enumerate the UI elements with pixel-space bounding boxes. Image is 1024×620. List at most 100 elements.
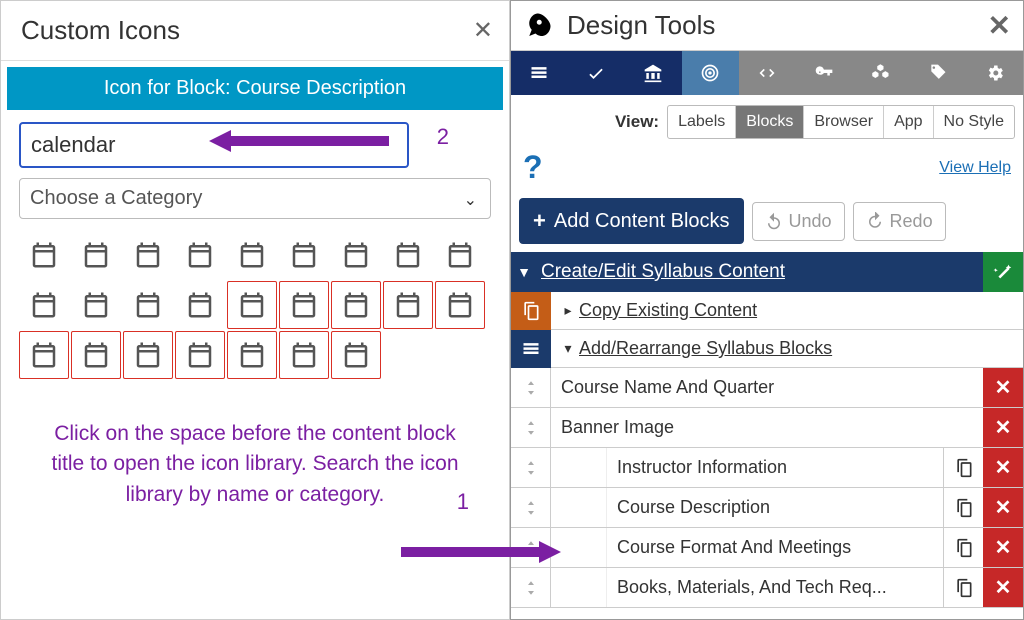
delete-block-button[interactable]: ✕	[983, 528, 1023, 567]
block-label: Course Name And Quarter	[551, 368, 983, 407]
copy-block-button[interactable]	[943, 448, 983, 487]
calendar-grid2-icon[interactable]	[175, 331, 225, 379]
list-icon	[529, 63, 549, 83]
calendar-check-outline-icon[interactable]	[279, 231, 329, 279]
calendar-clock-icon[interactable]	[331, 281, 381, 329]
redo-icon	[866, 212, 884, 230]
check-icon	[586, 63, 606, 83]
calendar-alt-outline-icon[interactable]	[175, 231, 225, 279]
category-select[interactable]: Choose a Category	[19, 178, 491, 219]
calendar-3-solid-icon[interactable]	[19, 331, 69, 379]
view-segmented: LabelsBlocksBrowserAppNo Style	[667, 105, 1015, 139]
annotation-arrow-2	[209, 128, 389, 154]
annotation-label-2: 2	[437, 124, 449, 150]
calendar-day-icon[interactable]	[331, 231, 381, 279]
copy-block-button[interactable]	[943, 568, 983, 607]
chevron-down-icon: ▼	[511, 264, 537, 280]
copy-block-button[interactable]	[943, 528, 983, 567]
view-option-app[interactable]: App	[884, 106, 933, 138]
block-list: Course Name And Quarter✕Banner Image✕Ins…	[511, 368, 1023, 608]
wand-icon	[992, 261, 1014, 283]
block-row: Books, Materials, And Tech Req... ✕	[511, 568, 1023, 608]
code-icon	[757, 63, 777, 83]
annotation-label-1: 1	[457, 489, 469, 515]
annotation-arrow-1	[401, 539, 561, 565]
view-help-link[interactable]: View Help	[939, 159, 1011, 177]
calendar-solid-icon[interactable]	[19, 231, 69, 279]
calendar-grid-icon[interactable]	[435, 231, 485, 279]
calendar-alt-icon[interactable]	[123, 231, 173, 279]
tool-check[interactable]	[568, 51, 625, 95]
cubes-icon	[871, 63, 891, 83]
gears-icon	[985, 63, 1005, 83]
instructions-text: Click on the space before the content bl…	[1, 389, 509, 510]
icon-slot[interactable]	[551, 488, 607, 527]
view-option-labels[interactable]: Labels	[668, 106, 736, 138]
chevron-down-icon: ▾	[557, 340, 579, 357]
close-icon[interactable]: ✕	[473, 16, 493, 45]
design-tools-title: Design Tools	[567, 10, 988, 41]
help-icon[interactable]: ?	[523, 149, 939, 186]
drag-handle[interactable]	[511, 408, 551, 447]
calendar-grid3-icon[interactable]	[227, 331, 277, 379]
view-option-no-style[interactable]: No Style	[934, 106, 1014, 138]
modal-title: Custom Icons	[21, 15, 180, 46]
calendar-week-icon[interactable]	[123, 331, 173, 379]
undo-icon	[765, 212, 783, 230]
icon-slot[interactable]	[551, 448, 607, 487]
redo-button[interactable]: Redo	[853, 202, 946, 241]
design-toolbar	[511, 51, 1023, 95]
calendar-clock2-icon[interactable]	[383, 281, 433, 329]
block-row: Instructor Information✕	[511, 448, 1023, 488]
tool-key[interactable]	[795, 51, 852, 95]
list-icon	[521, 339, 541, 359]
add-content-blocks-button[interactable]: + Add Content Blocks	[519, 198, 744, 244]
wand-button[interactable]	[983, 252, 1023, 292]
view-option-blocks[interactable]: Blocks	[736, 106, 804, 138]
view-option-browser[interactable]: Browser	[804, 106, 884, 138]
delete-block-button[interactable]: ✕	[983, 368, 1023, 407]
key-icon	[814, 63, 834, 83]
drag-handle[interactable]	[511, 448, 551, 487]
icon-slot[interactable]	[551, 568, 607, 607]
block-label: Banner Image	[551, 408, 983, 447]
close-icon[interactable]: ✕	[988, 9, 1011, 42]
drag-handle[interactable]	[511, 568, 551, 607]
drag-handle[interactable]	[511, 488, 551, 527]
delete-block-button[interactable]: ✕	[983, 488, 1023, 527]
calendar-3-outline-icon[interactable]	[435, 281, 485, 329]
tool-list[interactable]	[511, 51, 568, 95]
tool-code[interactable]	[739, 51, 796, 95]
subsection-copy-existing[interactable]: ▸ Copy Existing Content	[511, 292, 1023, 330]
drag-handle[interactable]	[511, 368, 551, 407]
calendar-x-outline-icon[interactable]	[175, 281, 225, 329]
section-create-edit[interactable]: ▼ Create/Edit Syllabus Content	[511, 252, 1023, 292]
calendar-plus-solid-icon[interactable]	[71, 281, 121, 329]
copy-block-button[interactable]	[943, 488, 983, 527]
calendar-days-icon[interactable]	[383, 231, 433, 279]
tool-gears[interactable]	[966, 51, 1023, 95]
block-label: Books, Materials, And Tech Req...	[607, 568, 943, 607]
add-button-label: Add Content Blocks	[554, 210, 730, 233]
delete-block-button[interactable]: ✕	[983, 448, 1023, 487]
copy-icon	[521, 301, 541, 321]
subsection-add-rearrange[interactable]: ▾ Add/Rearrange Syllabus Blocks	[511, 330, 1023, 368]
calendar-check-solid-icon[interactable]	[227, 231, 277, 279]
tool-target[interactable]	[682, 51, 739, 95]
tool-tag[interactable]	[909, 51, 966, 95]
calendar-check3-icon[interactable]	[331, 331, 381, 379]
tool-cubes[interactable]	[852, 51, 909, 95]
plus-icon: +	[533, 208, 546, 234]
delete-block-button[interactable]: ✕	[983, 568, 1023, 607]
tool-bank[interactable]	[625, 51, 682, 95]
calendar-3-alt-icon[interactable]	[71, 331, 121, 379]
calendar-x-solid-icon[interactable]	[123, 281, 173, 329]
calendar-add2-icon[interactable]	[279, 281, 329, 329]
bank-icon	[643, 63, 663, 83]
undo-button[interactable]: Undo	[752, 202, 845, 241]
calendar-check2-icon[interactable]	[279, 331, 329, 379]
delete-block-button[interactable]: ✕	[983, 408, 1023, 447]
calendar-add-outline-icon[interactable]	[227, 281, 277, 329]
calendar-outline-icon[interactable]	[71, 231, 121, 279]
calendar-minus-icon[interactable]	[19, 281, 69, 329]
